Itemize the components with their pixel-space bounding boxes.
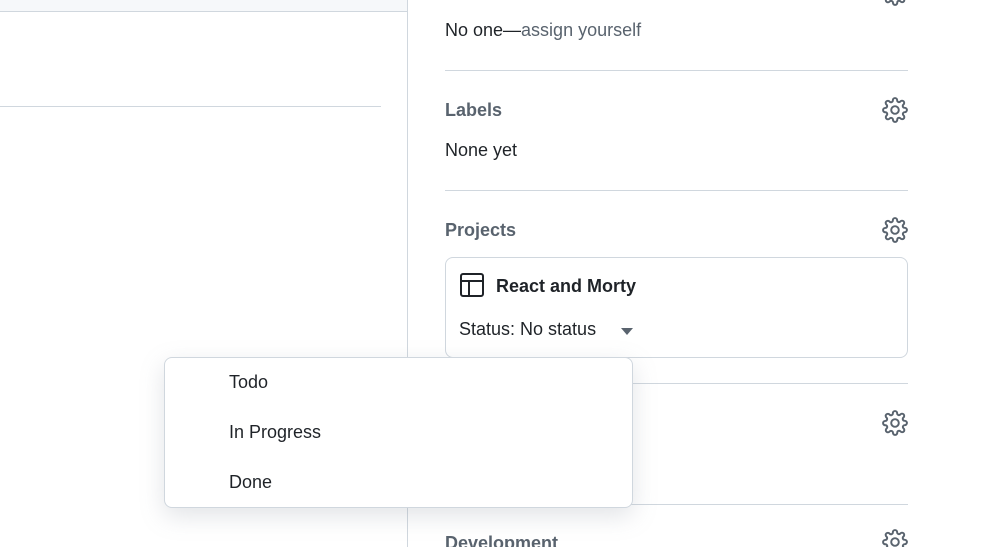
section-divider: [445, 70, 908, 71]
status-dropdown-menu: Todo In Progress Done: [164, 357, 633, 508]
left-divider: [0, 106, 381, 107]
assignees-value: No one—assign yourself: [445, 20, 641, 41]
status-option-label: Todo: [229, 372, 269, 392]
section-divider: [445, 190, 908, 191]
labels-gear-icon[interactable]: [882, 97, 908, 123]
projects-gear-icon[interactable]: [882, 217, 908, 243]
status-option-todo[interactable]: Todo: [165, 358, 632, 408]
milestone-gear-icon[interactable]: [882, 410, 908, 436]
labels-heading[interactable]: Labels: [445, 100, 502, 121]
status-option-done[interactable]: Done: [165, 458, 632, 508]
assignees-none-text: No one—: [445, 20, 522, 40]
project-status-field[interactable]: Status: No status: [459, 319, 596, 340]
status-option-label: Done: [229, 472, 273, 492]
project-card: React and Morty Status: No status: [445, 257, 908, 358]
project-name-link[interactable]: React and Morty: [496, 276, 636, 297]
development-heading[interactable]: Development: [445, 533, 558, 547]
development-gear-icon[interactable]: [882, 529, 908, 547]
assignees-gear-icon[interactable]: [882, 0, 908, 6]
status-option-label: In Progress: [229, 422, 322, 442]
issue-page: No one—assign yourself Labels None yet P…: [0, 0, 987, 547]
labels-value: None yet: [445, 140, 518, 160]
top-band: [0, 0, 407, 12]
status-option-in-progress[interactable]: In Progress: [165, 408, 632, 458]
assign-yourself-link[interactable]: assign yourself: [521, 20, 641, 40]
table-icon: [459, 272, 485, 298]
projects-heading[interactable]: Projects: [445, 220, 516, 241]
chevron-down-icon[interactable]: [621, 328, 633, 335]
